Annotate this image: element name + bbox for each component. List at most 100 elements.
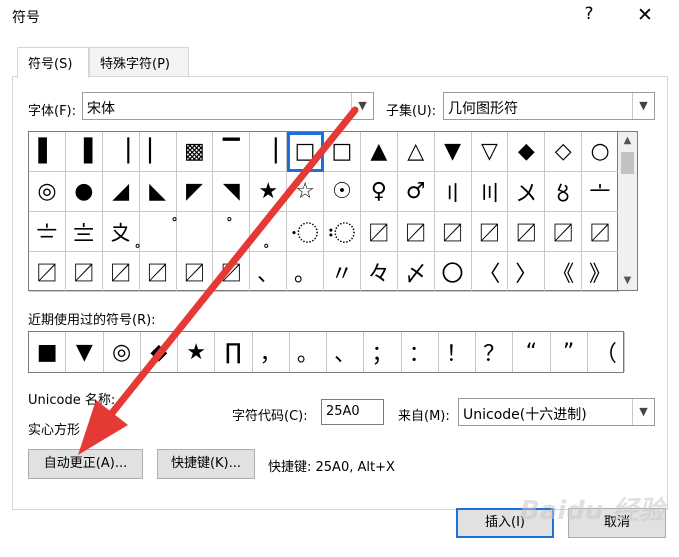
symbol-cell[interactable]: 〼 <box>139 252 177 292</box>
symbol-cell[interactable]: ▐ <box>65 132 103 172</box>
symbol-cell[interactable]: 〣 <box>471 172 509 212</box>
symbol-cell[interactable]: ▽ <box>471 132 509 172</box>
symbol-cell[interactable]: 〈 <box>471 252 509 292</box>
subset-select[interactable]: 几何图形符 ▼ <box>443 92 655 120</box>
tab-symbols[interactable]: 符号(S) <box>17 47 89 78</box>
symbol-cell[interactable]: 〢 <box>434 172 472 212</box>
chevron-down-icon[interactable]: ▼ <box>632 399 654 425</box>
recent-symbol-cell[interactable]: ” <box>551 332 588 372</box>
symbol-cell[interactable]: 〆 <box>397 252 435 292</box>
char-code-input[interactable]: 25A0 <box>321 399 384 425</box>
symbol-cell[interactable]: 〪 <box>139 212 177 252</box>
recent-symbol-cell[interactable]: ★ <box>178 332 216 372</box>
symbol-cell[interactable]: 〼 <box>397 212 435 252</box>
from-label: 来自(M): <box>398 409 450 424</box>
chevron-down-icon[interactable]: ▼ <box>351 93 373 119</box>
symbol-cell[interactable]: ▕ <box>250 132 288 172</box>
symbol-cell[interactable]: ◥ <box>213 172 251 212</box>
scroll-thumb[interactable] <box>621 152 634 174</box>
symbol-cell[interactable]: 〼 <box>471 212 509 252</box>
symbol-cell[interactable]: 〼 <box>213 252 251 292</box>
symbol-cell[interactable]: ♀ <box>360 172 398 212</box>
subset-value: 几何图形符 <box>448 101 518 117</box>
symbol-cell[interactable]: ◎ <box>29 172 66 212</box>
close-button[interactable]: ✕ <box>634 4 656 26</box>
scroll-up-icon[interactable]: ▲ <box>618 132 637 150</box>
symbol-cell[interactable]: △ <box>397 132 435 172</box>
recent-symbol-cell[interactable]: ！ <box>439 332 476 372</box>
symbol-cell[interactable]: ● <box>65 172 103 212</box>
recent-symbol-cell[interactable]: ▼ <box>66 332 104 372</box>
recent-symbol-cell[interactable]: ； <box>364 332 402 372</box>
scroll-down-icon[interactable]: ▼ <box>618 272 637 290</box>
symbol-cell[interactable]: ◇ <box>545 132 583 172</box>
symbol-cell[interactable]: □ <box>287 132 324 172</box>
symbol-cell[interactable]: ☉ <box>324 172 361 212</box>
symbol-cell[interactable]: 《 <box>545 252 583 292</box>
symbol-cell[interactable]: 〥 <box>545 172 583 212</box>
symbol-cell[interactable]: 〮 <box>287 212 324 252</box>
symbol-cell[interactable]: ▼ <box>434 132 472 172</box>
symbol-grid-scrollbar[interactable]: ▲ ▼ <box>618 131 638 291</box>
recent-symbol-cell[interactable]: ： <box>402 332 439 372</box>
symbol-cell[interactable]: ◢ <box>102 172 140 212</box>
symbol-cell[interactable]: 〃 <box>324 252 361 292</box>
symbol-cell[interactable]: 〼 <box>582 212 619 252</box>
recent-symbol-cell[interactable]: ？ <box>476 332 514 372</box>
recent-symbol-cell[interactable]: ◎ <box>104 332 141 372</box>
tab-special-characters[interactable]: 特殊字符(P) <box>89 47 189 77</box>
symbol-cell[interactable]: ○ <box>582 132 619 172</box>
symbol-cell[interactable]: 〨 <box>65 212 103 252</box>
from-select[interactable]: Unicode(十六进制) ▼ <box>458 398 655 426</box>
symbol-cell[interactable]: 〼 <box>65 252 103 292</box>
symbol-cell[interactable]: ▩ <box>176 132 214 172</box>
recent-symbol-cell[interactable]: 、 <box>327 332 365 372</box>
recent-symbol-cell[interactable]: “ <box>513 332 551 372</box>
font-select[interactable]: 宋体 ▼ <box>82 92 374 120</box>
symbol-cell[interactable]: □ <box>324 132 361 172</box>
symbol-cell[interactable]: ◣ <box>139 172 177 212</box>
symbol-cell[interactable]: 〩 <box>102 212 140 252</box>
chevron-down-icon[interactable]: ▼ <box>632 93 654 119</box>
symbol-cell[interactable]: 〫 <box>176 212 214 252</box>
symbol-cell[interactable]: 〼 <box>29 252 66 292</box>
recent-symbol-cell[interactable]: （ <box>588 332 625 372</box>
recent-symbol-cell[interactable]: ， <box>253 332 290 372</box>
symbol-cell[interactable]: 〼 <box>508 212 546 252</box>
symbol-cell[interactable]: ◤ <box>176 172 214 212</box>
symbol-cell[interactable]: 〯 <box>324 212 361 252</box>
symbol-cell[interactable]: 〦 <box>582 172 619 212</box>
symbol-cell[interactable]: 〇 <box>434 252 472 292</box>
symbol-cell[interactable]: 〬 <box>213 212 251 252</box>
symbol-cell[interactable]: ♂ <box>397 172 435 212</box>
symbol-cell[interactable]: 〉 <box>508 252 546 292</box>
symbol-cell[interactable]: ▏ <box>139 132 177 172</box>
symbol-cell[interactable]: ★ <box>250 172 288 212</box>
symbol-cell[interactable]: ▌ <box>29 132 66 172</box>
recent-symbol-cell[interactable]: ∏ <box>215 332 253 372</box>
tab-symbols-label: 符号(S) <box>28 57 73 72</box>
symbol-cell[interactable]: ▕ <box>102 132 140 172</box>
symbol-cell[interactable]: 〼 <box>102 252 140 292</box>
symbol-cell[interactable]: 々 <box>360 252 398 292</box>
symbol-cell[interactable]: 〼 <box>545 212 583 252</box>
symbol-cell[interactable]: 、 <box>250 252 288 292</box>
symbol-cell[interactable]: 。 <box>287 252 324 292</box>
recent-symbol-cell[interactable]: ■ <box>29 332 67 372</box>
symbol-cell[interactable]: 〼 <box>434 212 472 252</box>
symbol-cell[interactable]: 〤 <box>508 172 546 212</box>
symbol-cell[interactable]: 〭 <box>250 212 288 252</box>
symbol-cell[interactable]: ▔ <box>213 132 251 172</box>
recent-symbol-cell[interactable]: ◆ <box>141 332 178 372</box>
help-button[interactable]: ? <box>578 4 600 26</box>
symbol-cell[interactable]: ▲ <box>360 132 398 172</box>
shortcut-key-button[interactable]: 快捷键(K)... <box>157 449 255 479</box>
symbol-cell[interactable]: 》 <box>582 252 619 292</box>
symbol-cell[interactable]: 〼 <box>360 212 398 252</box>
recent-symbol-cell[interactable]: 。 <box>290 332 327 372</box>
symbol-cell[interactable]: ☆ <box>287 172 324 212</box>
autocorrect-button[interactable]: 自动更正(A)... <box>28 449 143 479</box>
symbol-cell[interactable]: ◆ <box>508 132 546 172</box>
symbol-cell[interactable]: 〧 <box>29 212 66 252</box>
symbol-cell[interactable]: 〼 <box>176 252 214 292</box>
